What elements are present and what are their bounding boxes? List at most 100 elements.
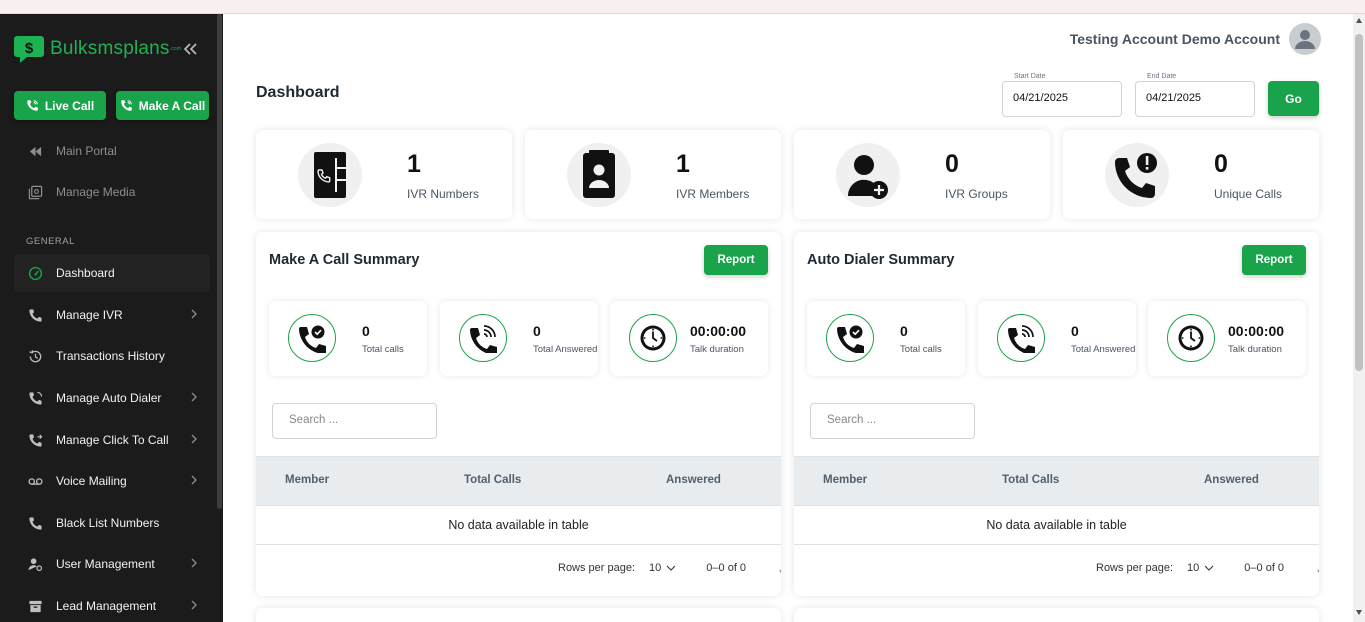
rows-per-page-label: Rows per page: (558, 562, 636, 574)
contact-book-icon (567, 143, 631, 207)
user-add-icon (836, 143, 900, 207)
phone-wave-icon (27, 100, 38, 111)
logo-chat-icon: $ (14, 34, 46, 64)
stat-value: 1 (676, 150, 690, 178)
stat-label: IVR Numbers (407, 187, 480, 201)
metric-label: Talk duration (1228, 344, 1282, 355)
phone-ringing-icon (997, 314, 1045, 362)
avatar[interactable] (1289, 23, 1321, 55)
end-date-label: End Date (1144, 73, 1180, 80)
sidebar-item-label: Manage Auto Dialer (56, 391, 162, 405)
chevron-left-icon[interactable] (1317, 566, 1319, 576)
chevron-right-icon (190, 391, 198, 403)
rows-per-page-select[interactable]: 10 (649, 562, 676, 574)
sidebar-item-manage-media[interactable]: Manage Media (14, 173, 210, 211)
sidebar-scrollbar[interactable] (217, 14, 222, 509)
scroll-down-arrow-icon[interactable] (1356, 610, 1362, 615)
sidebar-item-voice-mailing[interactable]: Voice Mailing (14, 462, 210, 500)
sidebar-item-manage-ivr[interactable]: Manage IVR (14, 296, 210, 334)
end-date-input[interactable] (1146, 92, 1246, 104)
column-header-total-calls[interactable]: Total Calls (464, 474, 521, 486)
phone-icon (26, 514, 44, 532)
column-header-member[interactable]: Member (823, 474, 867, 486)
user-avatar-icon (1295, 30, 1315, 49)
metric-talk-duration: 00:00:00 Talk duration (610, 301, 768, 376)
metric-value: 0 (533, 323, 541, 339)
column-header-answered[interactable]: Answered (666, 474, 721, 486)
stat-card-unique-calls: 0 Unique Calls (1063, 130, 1319, 219)
chevron-right-icon (190, 599, 198, 611)
live-call-label: Live Call (44, 98, 95, 113)
start-date-input[interactable] (1013, 92, 1113, 104)
sidebar-item-user-management[interactable]: User Management (14, 545, 210, 583)
metric-value: 00:00:00 (690, 323, 747, 339)
stat-card-ivr-groups: 0 IVR Groups (794, 130, 1050, 219)
start-date-field[interactable]: Start Date (1002, 73, 1122, 117)
rows-per-page-value: 10 (649, 562, 662, 574)
browser-top-strip (0, 0, 1365, 14)
ivr-phone-icon (298, 143, 362, 207)
sidebar: $ Bulksmsplans.com Live Call Make A Call… (0, 14, 223, 622)
metric-total-calls: 0 Total calls (269, 301, 427, 376)
chevron-right-icon (190, 557, 198, 569)
sidebar-item-label: Lead Management (56, 599, 157, 613)
pagination-range: 0–0 of 0 (1244, 562, 1285, 574)
sidebar-item-lead-management[interactable]: Lead Management (14, 587, 210, 622)
sidebar-item-label: Manage Media (56, 185, 136, 199)
sidebar-item-dashboard[interactable]: Dashboard (14, 254, 210, 292)
stat-value: 1 (407, 150, 421, 178)
column-header-answered[interactable]: Answered (1204, 474, 1259, 486)
sidebar-item-main-portal[interactable]: Main Portal (14, 132, 210, 170)
chevron-right-icon (190, 308, 198, 320)
column-header-member[interactable]: Member (285, 474, 329, 486)
logo[interactable]: $ Bulksmsplans.com (14, 34, 181, 64)
live-call-button[interactable]: Live Call (14, 91, 106, 120)
stat-value: 0 (1214, 150, 1228, 178)
chevron-left-icon[interactable] (779, 566, 781, 576)
stat-label: Unique Calls (1214, 187, 1283, 201)
page-scrollbar[interactable] (1353, 14, 1365, 622)
search-input[interactable] (827, 414, 967, 426)
stat-value: 0 (945, 150, 959, 178)
column-header-total-calls[interactable]: Total Calls (1002, 474, 1059, 486)
phone-check-icon (826, 314, 874, 362)
sidebar-item-label: Manage IVR (56, 308, 123, 322)
make-a-call-label: Make A Call (138, 98, 206, 113)
metric-label: Total Answered (533, 344, 598, 355)
search-field[interactable] (272, 403, 437, 439)
chevron-down-icon (666, 565, 676, 571)
sidebar-item-manage-auto-dialer[interactable]: Manage Auto Dialer (14, 379, 210, 417)
panel-title: Make A Call Summary (269, 252, 420, 268)
collapse-sidebar-icon[interactable] (182, 40, 198, 58)
end-date-field[interactable]: End Date (1135, 73, 1255, 117)
metric-label: Total calls (362, 344, 404, 355)
auto-dialer-summary-panel: Auto Dialer Summary Report 0 Total calls… (794, 232, 1319, 596)
next-panel-edge (794, 608, 1319, 622)
next-panel-edge (256, 608, 781, 622)
scroll-up-arrow-icon[interactable] (1356, 18, 1362, 23)
report-button[interactable]: Report (704, 245, 768, 275)
phone-alert-icon (1105, 143, 1169, 207)
panel-title: Auto Dialer Summary (807, 252, 955, 268)
make-a-call-button[interactable]: Make A Call (116, 91, 209, 120)
phone-check-icon (288, 314, 336, 362)
sidebar-item-label: Main Portal (56, 144, 117, 158)
section-label-general: GENERAL (26, 236, 75, 247)
sidebar-item-manage-click-to-call[interactable]: Manage Click To Call (14, 421, 210, 459)
sidebar-item-black-list-numbers[interactable]: Black List Numbers (14, 504, 210, 542)
rows-per-page-select[interactable]: 10 (1187, 562, 1214, 574)
sidebar-item-label: User Management (56, 557, 155, 571)
dashboard-gauge-icon (26, 264, 44, 282)
stat-card-ivr-members: 1 IVR Members (525, 130, 781, 219)
history-icon (26, 347, 44, 365)
sidebar-item-transactions-history[interactable]: Transactions History (14, 337, 210, 375)
metric-value: 0 (362, 323, 370, 339)
metric-value: 0 (1071, 323, 1079, 339)
report-button[interactable]: Report (1242, 245, 1306, 275)
search-input[interactable] (289, 414, 429, 426)
go-button[interactable]: Go (1268, 81, 1319, 116)
account-menu[interactable]: Testing Account Demo Account (1070, 23, 1321, 55)
search-field[interactable] (810, 403, 975, 439)
voicemail-icon (26, 472, 44, 490)
scrollbar-thumb[interactable] (1355, 34, 1363, 371)
